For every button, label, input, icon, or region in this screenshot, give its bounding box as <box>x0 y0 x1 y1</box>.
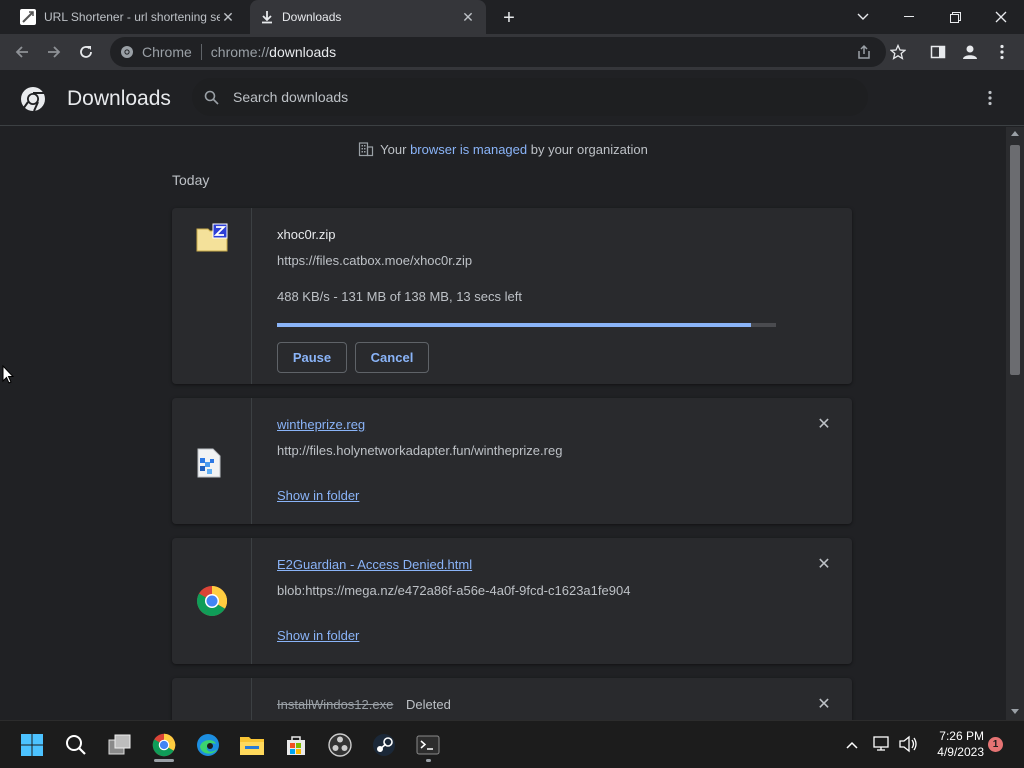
download-url: blob:https://mega.nz/e472a86f-a56e-4a0f-… <box>277 583 631 598</box>
omnibox-separator <box>200 44 202 60</box>
chrome-logo-icon <box>20 86 46 115</box>
zip-file-icon <box>196 223 228 256</box>
download-filename-link[interactable]: wintheprize.reg <box>277 417 365 432</box>
url-prefix: chrome:// <box>210 44 270 60</box>
edge-icon[interactable] <box>192 729 224 761</box>
remove-download-icon[interactable]: ✕ <box>814 554 834 574</box>
downloads-content: Your browser is managed by your organiza… <box>0 127 1006 720</box>
url-shortener-favicon <box>20 9 36 25</box>
clock-date: 4/9/2023 <box>937 745 984 759</box>
tab-title: Downloads <box>282 10 342 24</box>
forward-button[interactable] <box>42 40 66 64</box>
active-app-indicator <box>154 759 174 762</box>
search-icon[interactable] <box>60 729 92 761</box>
file-icon-column <box>172 678 252 720</box>
remove-download-icon[interactable]: ✕ <box>814 414 834 434</box>
show-in-folder-link[interactable]: Show in folder <box>277 628 359 643</box>
volume-icon[interactable] <box>898 735 922 755</box>
file-explorer-icon[interactable] <box>236 729 268 761</box>
page-title: Downloads <box>67 87 171 110</box>
chrome-logo-icon <box>120 45 134 59</box>
search-box <box>192 78 868 116</box>
close-tab-icon[interactable]: ✕ <box>460 9 476 26</box>
tab-title: URL Shortener - url shortening se <box>44 10 220 24</box>
task-view-icon[interactable] <box>104 729 136 761</box>
remove-download-icon[interactable]: ✕ <box>814 694 834 714</box>
network-icon[interactable] <box>872 735 896 755</box>
steam-icon[interactable] <box>368 729 400 761</box>
tab-downloads[interactable]: Downloads ✕ <box>250 0 486 34</box>
show-hidden-icons-chevron-icon[interactable] <box>842 735 862 755</box>
address-bar[interactable]: Chrome chrome://downloads <box>110 37 886 67</box>
download-item: xhoc0r.zip https://files.catbox.moe/xhoc… <box>172 208 852 384</box>
scroll-down-arrow-icon[interactable] <box>1011 709 1019 714</box>
page-scrollbar[interactable] <box>1006 127 1024 720</box>
windows-taskbar: 7:26 PM 4/9/2023 1 <box>0 720 1024 768</box>
search-icon <box>204 90 219 105</box>
more-actions-icon[interactable] <box>982 88 998 108</box>
notification-badge[interactable]: 1 <box>988 737 1003 752</box>
tab-search-chevron-icon[interactable] <box>840 0 886 34</box>
scrollbar-thumb[interactable] <box>1010 145 1020 375</box>
microsoft-store-icon[interactable] <box>280 729 312 761</box>
download-item: InstallWindos12.exe Deleted ✕ <box>172 678 852 720</box>
url-path: downloads <box>269 44 337 60</box>
progress-fill <box>277 323 751 327</box>
download-status: 488 KB/s - 131 MB of 138 MB, 13 secs lef… <box>277 289 522 304</box>
registry-file-icon <box>196 448 222 481</box>
managed-suffix: by your organization <box>527 142 648 157</box>
minimize-button[interactable] <box>886 0 932 34</box>
managed-notice: Your browser is managed by your organiza… <box>0 141 1006 160</box>
chrome-html-file-icon <box>196 585 228 620</box>
taskbar-clock[interactable]: 7:26 PM 4/9/2023 <box>924 728 984 760</box>
download-filename-link[interactable]: E2Guardian - Access Denied.html <box>277 557 472 572</box>
scroll-up-arrow-icon[interactable] <box>1011 131 1019 136</box>
tab-strip: URL Shortener - url shortening se ✕ Down… <box>0 0 1024 34</box>
start-windows-icon[interactable] <box>16 729 48 761</box>
share-icon[interactable] <box>856 44 872 60</box>
terminal-icon[interactable] <box>412 729 444 762</box>
building-icon <box>358 141 374 160</box>
side-panel-icon[interactable] <box>926 40 950 64</box>
close-tab-icon[interactable]: ✕ <box>220 9 236 26</box>
site-label: Chrome <box>142 44 192 60</box>
downloads-header: Downloads <box>0 70 1024 126</box>
file-icon-column <box>172 398 252 524</box>
mouse-cursor-icon <box>2 364 15 387</box>
download-url: https://files.catbox.moe/xhoc0r.zip <box>277 253 473 268</box>
download-filename: xhoc0r.zip <box>277 227 336 242</box>
deleted-tag: Deleted <box>406 697 451 712</box>
close-window-button[interactable] <box>978 0 1024 34</box>
download-filename-deleted: InstallWindos12.exe <box>277 697 394 712</box>
new-tab-button[interactable]: + <box>498 7 520 29</box>
download-url: http://files.holynetworkadapter.fun/wint… <box>277 443 563 458</box>
chrome-taskbar-icon[interactable] <box>148 729 180 762</box>
running-app-indicator <box>426 759 431 762</box>
pause-button[interactable]: Pause <box>277 342 347 373</box>
back-button[interactable] <box>10 40 34 64</box>
cancel-button[interactable]: Cancel <box>355 342 429 373</box>
profile-avatar[interactable] <box>958 40 982 64</box>
browser-menu-icon[interactable] <box>990 40 1014 64</box>
show-in-folder-link[interactable]: Show in folder <box>277 488 359 503</box>
download-item: wintheprize.reg http://files.holynetwork… <box>172 398 852 524</box>
file-icon-column <box>172 538 252 664</box>
browser-toolbar: Chrome chrome://downloads <box>0 34 1024 70</box>
download-item: E2Guardian - Access Denied.html blob:htt… <box>172 538 852 664</box>
search-downloads-input[interactable] <box>233 89 813 105</box>
download-progress-bar <box>277 323 776 327</box>
managed-prefix: Your <box>380 142 411 157</box>
clock-time: 7:26 PM <box>939 729 984 743</box>
date-section-label: Today <box>172 172 210 188</box>
download-icon <box>260 10 274 24</box>
bookmark-star-icon[interactable] <box>886 40 910 64</box>
obs-icon[interactable] <box>324 729 356 761</box>
tab-url-shortener[interactable]: URL Shortener - url shortening se ✕ <box>10 0 246 34</box>
restore-button[interactable] <box>932 0 978 34</box>
browser-managed-link[interactable]: browser is managed <box>410 142 527 157</box>
file-icon-column <box>172 208 252 384</box>
reload-button[interactable] <box>74 40 98 64</box>
